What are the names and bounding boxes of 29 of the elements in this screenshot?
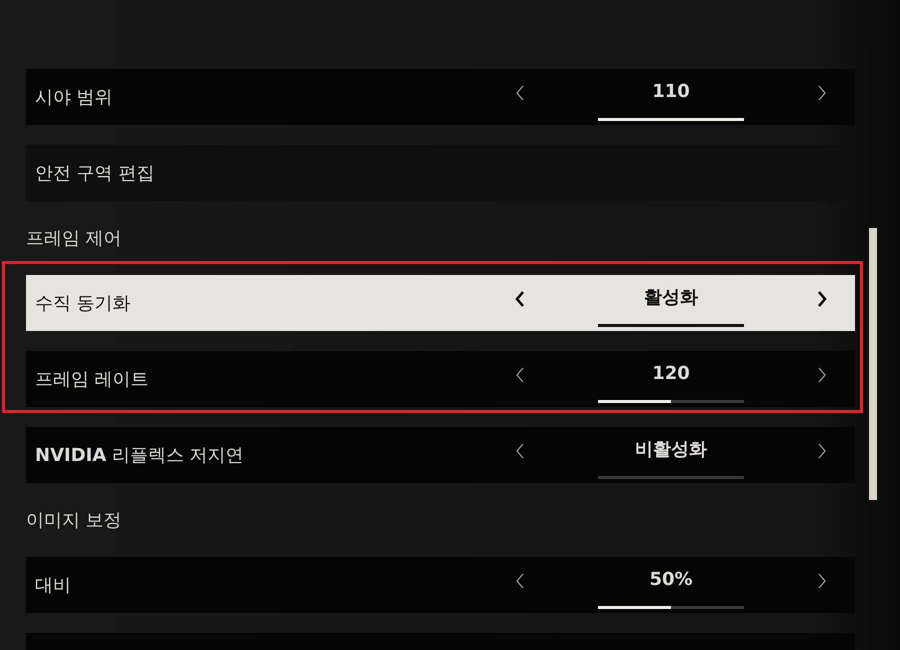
setting-value: 110 [652, 80, 690, 104]
setting-value: 120 [652, 362, 690, 386]
chevron-right-icon[interactable] [817, 290, 827, 308]
chevron-left-icon[interactable] [515, 84, 525, 102]
setting-value: 50% [649, 568, 693, 592]
setting-value: 활성화 [644, 286, 698, 310]
setting-row[interactable]: 시야 범위 110 [26, 69, 855, 125]
setting-row[interactable]: NVIDIA 리플렉스 저지연 비활성화 [26, 427, 855, 483]
chevron-right-icon[interactable] [817, 84, 827, 102]
chevron-right-icon[interactable] [817, 366, 827, 384]
setting-label: NVIDIA 리플렉스 저지연 [35, 444, 245, 467]
chevron-left-icon[interactable] [515, 290, 525, 308]
chevron-left-icon[interactable] [515, 572, 525, 590]
setting-row[interactable]: 대비 50% [26, 557, 855, 613]
setting-row[interactable]: 프레임 레이트 120 [26, 351, 855, 407]
section-heading: 프레임 제어 [26, 227, 122, 250]
scrollbar-thumb[interactable] [869, 228, 877, 500]
setting-value: 비활성화 [635, 438, 707, 462]
setting-label: 대비 [35, 574, 72, 597]
setting-label: 수직 동기화 [35, 292, 132, 315]
section-heading: 이미지 보정 [26, 509, 122, 532]
setting-label: 안전 구역 편집 [35, 162, 156, 185]
setting-label: 프레임 레이트 [35, 368, 150, 391]
chevron-right-icon[interactable] [817, 572, 827, 590]
chevron-left-icon[interactable] [515, 442, 525, 460]
setting-row[interactable]: 수직 동기화 활성화 [26, 275, 855, 331]
chevron-left-icon[interactable] [515, 366, 525, 384]
chevron-right-icon[interactable] [817, 442, 827, 460]
setting-label: 시야 범위 [35, 86, 114, 109]
